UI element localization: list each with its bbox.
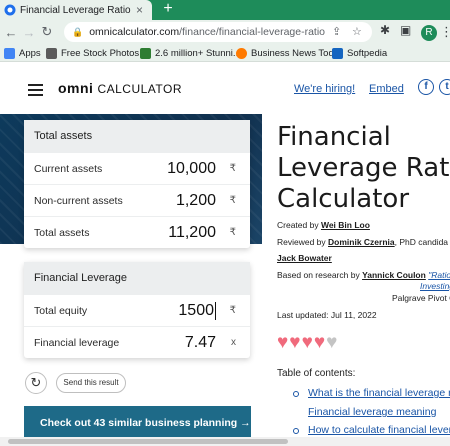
panel-title: Financial Leverage (24, 262, 250, 294)
financial-leverage-panel: Financial Leverage Total equity 1500 ₹ F… (24, 262, 250, 358)
heart-empty-icon[interactable]: ♥ (326, 333, 337, 353)
current-assets-input[interactable]: 10,000 (167, 160, 216, 178)
non-current-assets-row[interactable]: Non-current assets 1,200 ₹ (24, 184, 250, 216)
reviewer-2: Jack Bowater (277, 253, 332, 263)
reviewer2-link[interactable]: Jack Bowater (277, 253, 332, 263)
back-icon[interactable]: ← (2, 25, 20, 40)
page-title: Financial Leverage Ratio Calculator (277, 122, 450, 214)
reload-icon[interactable]: ↻ (38, 24, 56, 40)
embed-link[interactable]: Embed (369, 83, 404, 95)
profile-avatar[interactable]: R (421, 25, 437, 41)
research-credit: Based on research by Yannick Coulon "Rat… (277, 270, 450, 280)
total-equity-input[interactable]: 1500 (178, 301, 216, 320)
research-publisher: Palgrave Pivot Cham ( (392, 293, 450, 303)
toc-item[interactable]: How to calculate financial lever (308, 424, 450, 436)
hiring-link[interactable]: We're hiring! (294, 83, 355, 95)
bookmark-apps[interactable]: Apps (4, 45, 41, 61)
bookmarks-bar: Apps Free Stock Photos,... 2.6 million+ … (0, 44, 450, 62)
article-column: Financial Leverage Ratio Calculator Crea… (262, 114, 450, 446)
omni-favicon-icon (4, 4, 16, 16)
panel-title: Total assets (24, 120, 250, 152)
bookmark-favicon-icon (46, 47, 57, 59)
financial-leverage-row[interactable]: Financial leverage 7.47 x (24, 326, 250, 358)
reviewed-by: Reviewed by Dominik Czernia, PhD candida (277, 237, 449, 247)
rupee-unit: ₹ (229, 305, 236, 316)
bookmark-softpedia[interactable]: Softpedia (332, 45, 387, 61)
non-current-assets-input[interactable]: 1,200 (176, 192, 216, 210)
bookmark-star-icon[interactable]: ☆ (352, 25, 362, 38)
lock-icon: 🔒 (72, 26, 84, 37)
ratio-unit: x (231, 337, 236, 348)
horizontal-scrollbar[interactable] (0, 437, 450, 446)
rupee-unit: ₹ (229, 227, 236, 238)
toc-title: Table of contents: (277, 368, 356, 379)
rupee-unit: ₹ (229, 195, 236, 206)
rupee-unit: ₹ (229, 163, 236, 174)
scrollbar-thumb[interactable] (8, 439, 288, 444)
toc-item[interactable]: What is the financial leverage ra (308, 387, 450, 399)
menu-hamburger-icon[interactable] (28, 84, 43, 99)
twitter-icon[interactable]: t (439, 79, 450, 95)
tab-close-icon[interactable]: × (136, 3, 143, 17)
calculator-area: Total assets Current assets 10,000 ₹ Non… (0, 114, 262, 446)
bookmark-favicon-icon (236, 47, 247, 59)
send-result-button[interactable]: Send this result (56, 373, 126, 393)
bookmark-favicon-icon (140, 47, 151, 59)
url-text: omnicalculator.com/finance/financial-lev… (89, 26, 326, 38)
forward-icon[interactable]: → (20, 25, 38, 40)
total-assets-input[interactable]: 11,200 (168, 224, 216, 242)
total-equity-row[interactable]: Total equity 1500 ₹ (24, 294, 250, 326)
research-author-link[interactable]: Yannick Coulon (362, 270, 426, 280)
bookmark-favicon-icon (332, 47, 343, 59)
apps-grid-icon (4, 47, 15, 59)
address-bar[interactable]: 🔒 omnicalculator.com/finance/financial-l… (64, 22, 372, 42)
heart-filled-icon[interactable]: ♥ (277, 333, 288, 353)
created-by: Created by Wei Bin Loo (277, 220, 370, 230)
site-header: omni CALCULATOR We're hiring! Embed f t (0, 62, 450, 114)
browser-toolbar: ← → ↻ 🔒 omnicalculator.com/finance/finan… (0, 20, 450, 44)
research-title-cont: Investing with Ratios" (420, 281, 450, 291)
omni-logo[interactable]: omni CALCULATOR (58, 80, 182, 96)
current-assets-row[interactable]: Current assets 10,000 ₹ (24, 152, 250, 184)
heart-filled-icon[interactable]: ♥ (302, 333, 313, 353)
share-icon[interactable]: ⇪ (332, 25, 341, 38)
reviewer-link[interactable]: Dominik Czernia (328, 237, 395, 247)
total-assets-panel: Total assets Current assets 10,000 ₹ Non… (24, 120, 250, 248)
toc-bullet-icon (293, 428, 299, 434)
extensions-icon[interactable]: ✱ (380, 23, 390, 37)
new-tab-button[interactable]: + (160, 0, 176, 20)
author-link[interactable]: Wei Bin Loo (321, 220, 370, 230)
sidebar-icon[interactable]: ▣ (400, 23, 411, 37)
bookmark-business-news[interactable]: Business News Tod... (236, 45, 342, 61)
rating-hearts[interactable]: ♥ ♥ ♥ ♥ ♥ (277, 333, 338, 353)
tab-title: Financial Leverage Ratio Calculat (20, 4, 132, 16)
browser-tab-bar: Financial Leverage Ratio Calculat × + (0, 0, 450, 20)
reset-icon[interactable]: ↻ (25, 372, 47, 394)
financial-leverage-input[interactable]: 7.47 (185, 334, 216, 352)
heart-filled-icon[interactable]: ♥ (289, 333, 300, 353)
facebook-icon[interactable]: f (418, 79, 434, 95)
heart-filled-icon[interactable]: ♥ (314, 333, 325, 353)
research-title-link[interactable]: "Ratio (428, 270, 450, 280)
bookmark-stunning[interactable]: 2.6 million+ Stunni... (140, 45, 241, 61)
browser-tab[interactable]: Financial Leverage Ratio Calculat × (0, 0, 152, 20)
last-updated: Last updated: Jul 11, 2022 (277, 310, 377, 320)
toc-bullet-icon (293, 391, 299, 397)
toc-item[interactable]: Financial leverage meaning (308, 406, 436, 418)
browser-menu-icon[interactable]: ⋮ (440, 24, 450, 40)
total-assets-row[interactable]: Total assets 11,200 ₹ (24, 216, 250, 248)
bookmark-free-stock-photos[interactable]: Free Stock Photos,... (46, 45, 150, 61)
